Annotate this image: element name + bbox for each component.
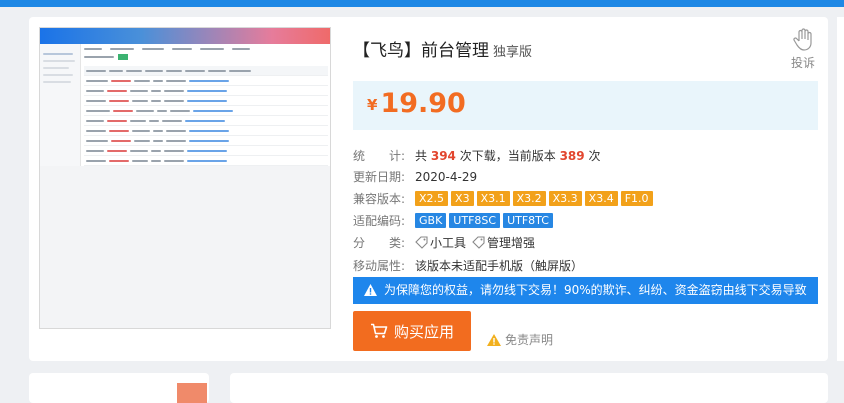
price: ¥19.90 [367, 88, 466, 119]
price-value: 19.90 [380, 88, 466, 119]
edition-label: 独享版 [493, 45, 533, 60]
warning-icon [487, 334, 501, 346]
notice-text: 为保障您的权益，请勿线下交易！90%的欺诈、纠纷、资金盗窃由线下交易导致 [384, 283, 807, 297]
disclaimer-link[interactable]: 免责声明 [486, 331, 553, 348]
current-version-count: 389 [559, 149, 585, 163]
tag-icon [415, 236, 428, 249]
version-tag[interactable]: F1.0 [620, 191, 653, 206]
price-currency: ¥ [367, 96, 378, 114]
compat-row: 兼容版本: X2.5 X3 X3.1 X3.2 X3.3 X3.4 F1.0 [353, 190, 656, 208]
disclaimer-label: 免责声明 [505, 333, 554, 347]
update-row: 更新日期: 2020-4-29 [353, 168, 477, 186]
top-nav-bar [0, 0, 844, 7]
stats-suffix: 次 [588, 149, 601, 163]
stats-label: 统 计: [353, 149, 406, 163]
bottom-left-accent [177, 383, 207, 403]
thumbnail-content [84, 48, 328, 166]
product-title-text: 【飞鸟】前台管理 [353, 41, 489, 61]
stats-row: 统 计: 共 394 次下载，当前版本 389 次 [353, 147, 600, 165]
tag-icon [472, 236, 485, 249]
category-name: 管理增强 [487, 236, 536, 250]
version-tag[interactable]: X3.3 [548, 191, 582, 206]
category-link[interactable]: 管理增强 [472, 234, 535, 252]
encoding-label: 适配编码: [353, 214, 406, 228]
buy-button[interactable]: 购买应用 [353, 311, 471, 351]
mobile-value: 该版本未适配手机版（触屏版） [415, 259, 584, 273]
compat-label: 兼容版本: [353, 192, 406, 206]
side-card [837, 17, 844, 361]
product-title: 【飞鸟】前台管理 独享版 [353, 36, 532, 61]
version-tag[interactable]: X3.1 [476, 191, 510, 206]
buy-button-label: 购买应用 [393, 323, 454, 341]
product-screenshot-thumbnail[interactable] [39, 27, 331, 329]
update-label: 更新日期: [353, 170, 406, 184]
category-name: 小工具 [430, 236, 467, 250]
download-count: 394 [430, 149, 456, 163]
update-date: 2020-4-29 [415, 170, 478, 184]
thumbnail-footer-area [40, 166, 330, 328]
cart-icon [370, 323, 388, 338]
report-label: 投诉 [790, 56, 815, 70]
report-button[interactable]: 投诉 [785, 28, 821, 71]
warning-icon [364, 284, 377, 296]
version-tag[interactable]: X3.4 [584, 191, 618, 206]
safety-notice: 为保障您的权益，请勿线下交易！90%的欺诈、纠纷、资金盗窃由线下交易导致 [353, 277, 818, 304]
version-tag[interactable]: X2.5 [415, 191, 449, 206]
bottom-left-panel [29, 373, 209, 403]
encoding-tag[interactable]: UTF8TC [503, 213, 553, 228]
encoding-tag[interactable]: UTF8SC [449, 213, 501, 228]
version-tag[interactable]: X3.2 [512, 191, 546, 206]
bottom-right-panel [230, 373, 828, 403]
stats-prefix: 共 [415, 149, 428, 163]
thumbnail-sidebar [40, 44, 81, 166]
category-label: 分 类: [353, 236, 406, 250]
mobile-label: 移动属性: [353, 259, 406, 273]
category-link[interactable]: 小工具 [415, 234, 466, 252]
mobile-row: 移动属性: 该版本未适配手机版（触屏版） [353, 257, 583, 275]
version-tag[interactable]: X3 [451, 191, 474, 206]
encoding-tag[interactable]: GBK [415, 213, 447, 228]
stats-mid: 次下载，当前版本 [459, 149, 556, 163]
category-row: 分 类: 小工具 管理增强 [353, 234, 541, 252]
hand-icon [793, 28, 812, 51]
price-box: ¥19.90 [353, 81, 818, 130]
encoding-row: 适配编码: GBK UTF8SC UTF8TC [353, 212, 556, 230]
thumbnail-header [40, 28, 330, 44]
